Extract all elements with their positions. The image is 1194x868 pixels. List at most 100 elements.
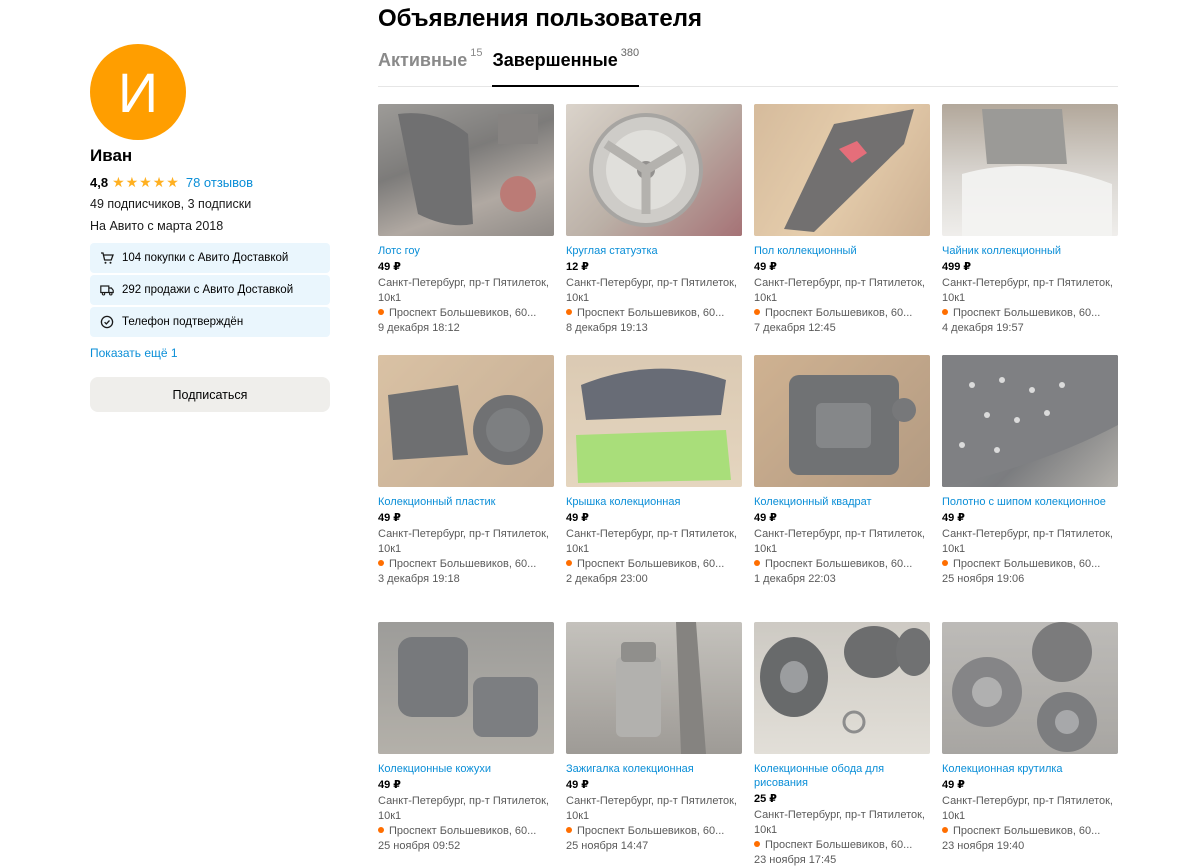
- listing-photo[interactable]: [566, 622, 742, 754]
- listing-title[interactable]: Колекционный пластик: [378, 495, 554, 509]
- listing-metro-name: Проспект Большевиков, 60...: [389, 558, 537, 570]
- tab-active-count: 15: [470, 47, 483, 59]
- listing-address: Санкт-Петербург, пр-т Пятилеток, 10к1: [378, 277, 549, 304]
- listing-title[interactable]: Колекционные кожухи: [378, 762, 554, 776]
- listing-metro: Проспект Большевиков, 60...: [378, 557, 554, 572]
- listing-date: 3 декабря 19:18: [378, 573, 460, 585]
- listing-title[interactable]: Зажигалка колекционная: [566, 762, 742, 776]
- listing-price: 499 ₽: [942, 261, 972, 273]
- listing-card[interactable]: Лотс гоу 49 ₽ Санкт-Петербург, пр-т Пяти…: [378, 104, 554, 336]
- rating-value: 4,8: [90, 174, 109, 190]
- listing-title[interactable]: Крышка колекционная: [566, 495, 742, 509]
- seller-name: Иван: [90, 146, 133, 165]
- metro-line-dot-icon: [566, 309, 572, 315]
- listing-metro-name: Проспект Большевиков, 60...: [389, 825, 537, 837]
- listing-card[interactable]: Чайник коллекционный 499 ₽ Санкт-Петербу…: [942, 104, 1118, 336]
- listing-title[interactable]: Колекционная крутилка: [942, 762, 1118, 776]
- listing-metro-name: Проспект Большевиков, 60...: [953, 307, 1101, 319]
- listing-title[interactable]: Чайник коллекционный: [942, 244, 1118, 258]
- listing-metro-name: Проспект Большевиков, 60...: [577, 825, 725, 837]
- listing-photo[interactable]: [754, 104, 930, 236]
- metro-line-dot-icon: [942, 309, 948, 315]
- listing-photo[interactable]: [942, 622, 1118, 754]
- listing-metro: Проспект Большевиков, 60...: [566, 557, 742, 572]
- star-rating-icons: ★★★★★: [112, 173, 180, 190]
- listing-date: 9 декабря 18:12: [378, 322, 460, 334]
- listing-title[interactable]: Круглая статуэтка: [566, 244, 742, 258]
- listing-card[interactable]: Колекционный квадрат 49 ₽ Санкт-Петербур…: [754, 355, 930, 587]
- listing-photo[interactable]: [566, 104, 742, 236]
- listing-title[interactable]: Лотс гоу: [378, 244, 554, 258]
- check-circle-icon: [100, 315, 114, 329]
- listing-address: Санкт-Петербург, пр-т Пятилеток, 10к1: [942, 795, 1113, 822]
- listing-photo[interactable]: [378, 355, 554, 487]
- listing-photo[interactable]: [942, 104, 1118, 236]
- listing-price: 25 ₽: [754, 793, 777, 805]
- listing-card[interactable]: Круглая статуэтка 12 ₽ Санкт-Петербург, …: [566, 104, 742, 336]
- listing-metro-name: Проспект Большевиков, 60...: [953, 558, 1101, 570]
- listing-address: Санкт-Петербург, пр-т Пятилеток, 10к1: [566, 795, 737, 822]
- listing-card[interactable]: Колекционный пластик 49 ₽ Санкт-Петербур…: [378, 355, 554, 587]
- listing-date: 1 декабря 22:03: [754, 573, 836, 585]
- listing-card[interactable]: Зажигалка колекционная 49 ₽ Санкт-Петерб…: [566, 622, 742, 854]
- show-more-link[interactable]: Показать ещё 1: [90, 346, 330, 360]
- listing-metro-name: Проспект Большевиков, 60...: [953, 825, 1101, 837]
- listing-photo[interactable]: [378, 104, 554, 236]
- listing-address: Санкт-Петербург, пр-т Пятилеток, 10к1: [942, 528, 1113, 555]
- listing-metro: Проспект Большевиков, 60...: [378, 306, 554, 321]
- listing-metro: Проспект Большевиков, 60...: [942, 557, 1118, 572]
- listing-metro-name: Проспект Большевиков, 60...: [389, 307, 537, 319]
- listing-card[interactable]: Колекционные обода для рисования 25 ₽ Са…: [754, 622, 930, 868]
- listing-metro-name: Проспект Большевиков, 60...: [765, 839, 913, 851]
- subscribe-button[interactable]: Подписаться: [90, 377, 330, 412]
- listing-price: 49 ₽: [942, 512, 965, 524]
- listing-photo[interactable]: [754, 622, 930, 754]
- listing-metro-name: Проспект Большевиков, 60...: [577, 307, 725, 319]
- badge-purchases: 104 покупки с Авито Доставкой: [90, 243, 330, 273]
- subscriptions-info[interactable]: 49 подписчиков, 3 подписки: [90, 195, 330, 213]
- member-since: На Авито с марта 2018: [90, 219, 224, 233]
- listing-price: 49 ₽: [566, 779, 589, 791]
- listing-title[interactable]: Полотно с шипом колекционное: [942, 495, 1118, 509]
- listing-date: 8 декабря 19:13: [566, 322, 648, 334]
- listing-metro: Проспект Большевиков, 60...: [942, 306, 1118, 321]
- truck-icon: [100, 283, 114, 297]
- listing-photo[interactable]: [566, 355, 742, 487]
- listing-title[interactable]: Колекционные обода для рисования: [754, 762, 930, 790]
- tab-active[interactable]: Активные 15: [378, 47, 482, 87]
- tab-completed[interactable]: Завершенные 380: [492, 47, 640, 87]
- listing-photo[interactable]: [942, 355, 1118, 487]
- listing-title[interactable]: Пол коллекционный: [754, 244, 930, 258]
- listing-title[interactable]: Колекционный квадрат: [754, 495, 930, 509]
- listing-address: Санкт-Петербург, пр-т Пятилеток, 10к1: [378, 795, 549, 822]
- listing-price: 49 ₽: [566, 512, 589, 524]
- metro-line-dot-icon: [378, 560, 384, 566]
- listing-address: Санкт-Петербург, пр-т Пятилеток, 10к1: [754, 277, 925, 304]
- tab-active-label: Активные: [378, 50, 468, 70]
- listing-card[interactable]: Колекционные кожухи 49 ₽ Санкт-Петербург…: [378, 622, 554, 854]
- page-title: Объявления пользователя: [378, 5, 702, 32]
- listing-photo[interactable]: [378, 622, 554, 754]
- rating-row: 4,8 ★★★★★ 78 отзывов: [90, 173, 330, 191]
- listing-date: 25 ноября 09:52: [378, 840, 461, 852]
- metro-line-dot-icon: [942, 560, 948, 566]
- avatar[interactable]: И: [90, 44, 186, 140]
- tab-completed-label: Завершенные: [492, 50, 618, 70]
- reviews-link[interactable]: 78 отзывов: [186, 175, 253, 190]
- listing-card[interactable]: Пол коллекционный 49 ₽ Санкт-Петербург, …: [754, 104, 930, 336]
- listing-address: Санкт-Петербург, пр-т Пятилеток, 10к1: [942, 277, 1113, 304]
- listing-metro: Проспект Большевиков, 60...: [754, 838, 930, 853]
- listing-address: Санкт-Петербург, пр-т Пятилеток, 10к1: [754, 528, 925, 555]
- listing-photo[interactable]: [754, 355, 930, 487]
- seller-sidebar: И Иван 4,8 ★★★★★ 78 отзывов 49 подписчик…: [90, 44, 330, 412]
- listing-card[interactable]: Крышка колекционная 49 ₽ Санкт-Петербург…: [566, 355, 742, 587]
- listing-metro: Проспект Большевиков, 60...: [566, 824, 742, 839]
- listing-tabs: Активные 15 Завершенные 380: [378, 47, 1118, 87]
- listing-card[interactable]: Полотно с шипом колекционное 49 ₽ Санкт-…: [942, 355, 1118, 587]
- tab-completed-count: 380: [620, 47, 640, 59]
- metro-line-dot-icon: [566, 560, 572, 566]
- listing-card[interactable]: Колекционная крутилка 49 ₽ Санкт-Петербу…: [942, 622, 1118, 854]
- listing-date: 25 ноября 14:47: [566, 840, 649, 852]
- listing-date: 4 декабря 19:57: [942, 322, 1024, 334]
- metro-line-dot-icon: [754, 841, 760, 847]
